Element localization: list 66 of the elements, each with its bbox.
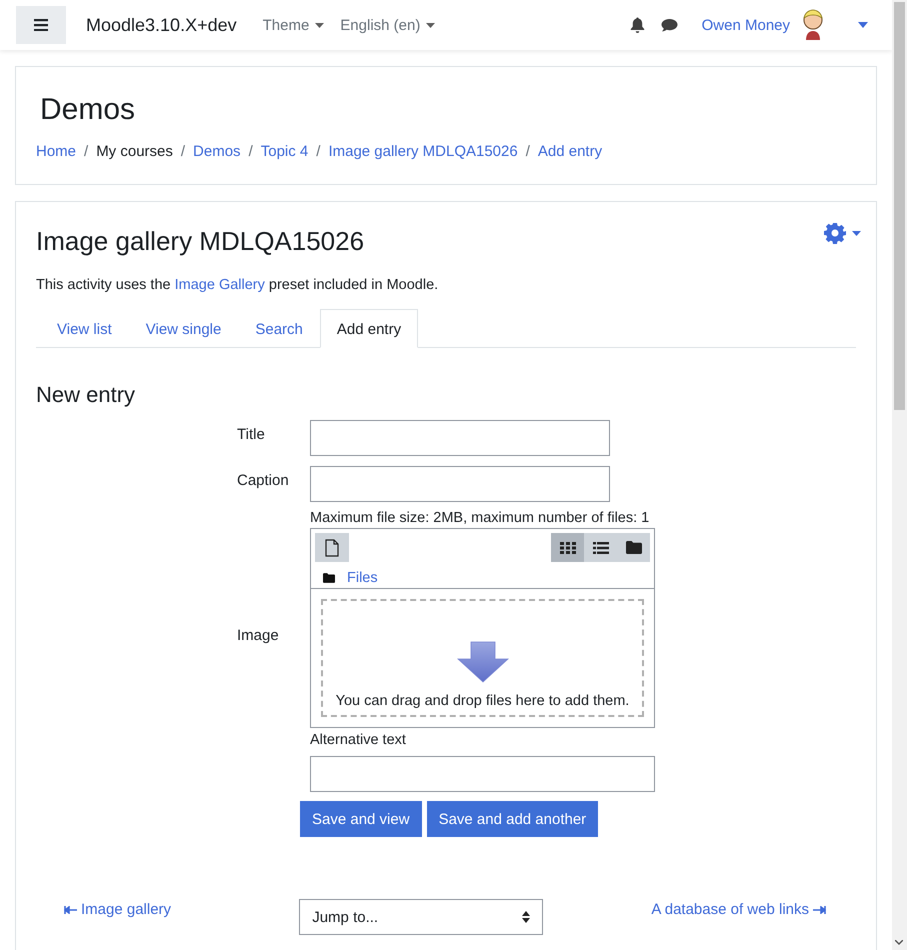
- field-label: Alternative text: [310, 732, 407, 748]
- site-name[interactable]: Moodle3.10.X+dev: [86, 14, 237, 36]
- input-field[interactable]: [310, 756, 655, 792]
- breadcrumb-separator: /: [248, 143, 253, 160]
- breadcrumb-link[interactable]: Topic 4: [260, 143, 308, 160]
- breadcrumb-link[interactable]: Home: [36, 143, 76, 160]
- page-title: Demos: [40, 93, 136, 127]
- activity-title: Image gallery MDLQA15026: [36, 226, 364, 257]
- previous-activity-link[interactable]: Image gallery: [64, 899, 172, 918]
- menu-button[interactable]: [16, 6, 66, 44]
- next-activity-link[interactable]: A database of web links: [651, 899, 826, 918]
- tab[interactable]: Add entry: [320, 309, 418, 348]
- view-button[interactable]: [584, 533, 617, 562]
- scrollbar-thumb[interactable]: [894, 2, 905, 410]
- breadcrumb-link[interactable]: Add entry: [538, 143, 602, 160]
- user-name[interactable]: Owen Money: [702, 16, 790, 34]
- caret-icon: [852, 230, 861, 236]
- field-label: Caption: [237, 471, 290, 489]
- breadcrumb-separator: /: [84, 143, 88, 160]
- sort-icon: [522, 911, 530, 923]
- folder-icon: [323, 573, 335, 583]
- arrow-left-icon: [64, 906, 77, 914]
- scroll-down-icon[interactable]: [895, 940, 903, 945]
- field-label: Image: [237, 626, 280, 644]
- intro-text: This activity uses the Image Gallery preset included in Moodle.: [36, 277, 440, 293]
- add-file-button[interactable]: [315, 533, 349, 562]
- input-field[interactable]: [310, 466, 610, 502]
- breadcrumb-separator: /: [316, 143, 320, 160]
- view-button[interactable]: [551, 533, 584, 562]
- breadcrumb-link[interactable]: Demos: [193, 143, 241, 160]
- caret-icon[interactable]: [858, 22, 868, 28]
- submit-button[interactable]: Save and view: [300, 801, 422, 837]
- tab[interactable]: Search: [238, 309, 320, 348]
- grid-icon: [560, 542, 576, 554]
- dropdown-menu[interactable]: Theme: [262, 16, 324, 34]
- bell-icon[interactable]: [630, 17, 645, 33]
- breadcrumb-item: My courses: [96, 143, 173, 160]
- submit-button[interactable]: Save and add another: [426, 801, 598, 837]
- list-icon: [592, 542, 608, 554]
- file-icon: [325, 538, 339, 556]
- dropdown-menu[interactable]: English (en): [340, 16, 436, 34]
- preset-link[interactable]: Image Gallery: [174, 277, 265, 293]
- breadcrumb-separator: /: [180, 143, 186, 160]
- breadcrumb-link[interactable]: Image gallery MDLQA15026: [328, 143, 518, 160]
- folder-path-link[interactable]: Files: [347, 570, 378, 586]
- scrollbar[interactable]: [892, 0, 907, 950]
- drop-zone[interactable]: You can drag and drop files here to add them.: [321, 599, 644, 717]
- input-field[interactable]: [310, 420, 610, 456]
- settings-button[interactable]: [824, 222, 861, 244]
- form-heading: New entry: [36, 382, 136, 408]
- tab[interactable]: View list: [40, 309, 129, 348]
- caret-icon: [426, 22, 436, 28]
- menu-icon: [34, 19, 48, 31]
- arrow-right-icon: [813, 906, 826, 914]
- caret-icon: [315, 22, 324, 28]
- field-label: Title: [237, 425, 266, 443]
- settings-icon: [824, 222, 846, 244]
- jump-to-select[interactable]: Jump to...: [299, 899, 544, 935]
- tab[interactable]: View single: [128, 309, 238, 348]
- view-button[interactable]: [617, 533, 650, 562]
- down-arrow-icon: [456, 641, 508, 683]
- folder-icon: [626, 541, 642, 554]
- breadcrumb-separator: /: [526, 143, 530, 160]
- file-limits-text: Maximum file size: 2MB, maximum number of files: 1: [310, 510, 650, 526]
- chat-icon[interactable]: [660, 18, 678, 32]
- drop-hint-text: You can drag and drop files here to add them.: [336, 693, 630, 709]
